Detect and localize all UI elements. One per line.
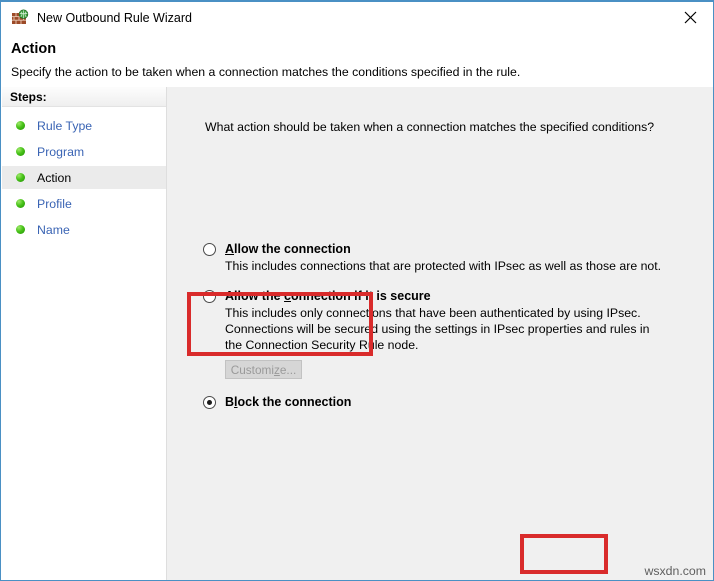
window-title: New Outbound Rule Wizard <box>37 11 192 25</box>
page-header: Action Specify the action to be taken wh… <box>2 33 713 86</box>
step-bullet-icon <box>16 225 25 234</box>
page-description: Specify the action to be taken when a co… <box>11 65 521 79</box>
sidebar-item-name[interactable]: Name <box>2 218 166 241</box>
radio-allow-the-connection[interactable] <box>203 243 216 256</box>
customize-button: Customi z e... <box>225 360 302 379</box>
sidebar-item-rule-type[interactable]: Rule Type <box>2 114 166 137</box>
option-allow-the-connection[interactable]: Allow the connection This includes conne… <box>203 242 661 274</box>
option-allow-label: Allow the connection <box>225 242 351 256</box>
steps-sidebar: Steps: Rule Type Program Action Profile … <box>2 87 167 580</box>
sidebar-item-label: Name <box>37 222 70 237</box>
sidebar-item-profile[interactable]: Profile <box>2 192 166 215</box>
close-icon[interactable] <box>667 3 713 32</box>
page-title: Action <box>11 41 57 57</box>
step-bullet-icon <box>16 147 25 156</box>
option-allow-if-secure-label: Allow the connection if it is secure <box>225 289 431 303</box>
option-allow-if-secure-description: This includes only connections that have… <box>225 306 650 352</box>
watermark: wsxdn.com <box>644 564 706 578</box>
sidebar-item-label: Action <box>37 170 72 185</box>
main-panel: What action should be taken when a conne… <box>167 87 713 580</box>
question-label: What action should be taken when a conne… <box>205 120 655 134</box>
option-block-label: Block the connection <box>225 395 352 409</box>
sidebar-item-label: Rule Type <box>37 118 93 133</box>
step-bullet-icon <box>16 199 25 208</box>
option-allow-if-secure[interactable]: Allow the connection if it is secure Thi… <box>203 289 665 353</box>
sidebar-item-label: Profile <box>37 196 72 211</box>
steps-header: Steps: <box>2 87 166 107</box>
sidebar-item-label: Program <box>37 144 85 159</box>
radio-block-the-connection[interactable] <box>203 396 216 409</box>
sidebar-item-program[interactable]: Program <box>2 140 166 163</box>
step-bullet-icon <box>16 121 25 130</box>
step-bullet-icon <box>16 173 25 182</box>
sidebar-item-action[interactable]: Action <box>2 166 166 189</box>
firewall-globe-icon <box>11 9 29 27</box>
wizard-window: New Outbound Rule Wizard Action Specify … <box>0 0 714 581</box>
radio-allow-if-secure[interactable] <box>203 290 216 303</box>
title-bar: New Outbound Rule Wizard <box>2 3 713 33</box>
option-allow-description: This includes connections that are prote… <box>225 259 662 273</box>
steps-heading: Steps: <box>10 90 47 104</box>
option-block-the-connection[interactable]: Block the connection <box>203 395 351 409</box>
